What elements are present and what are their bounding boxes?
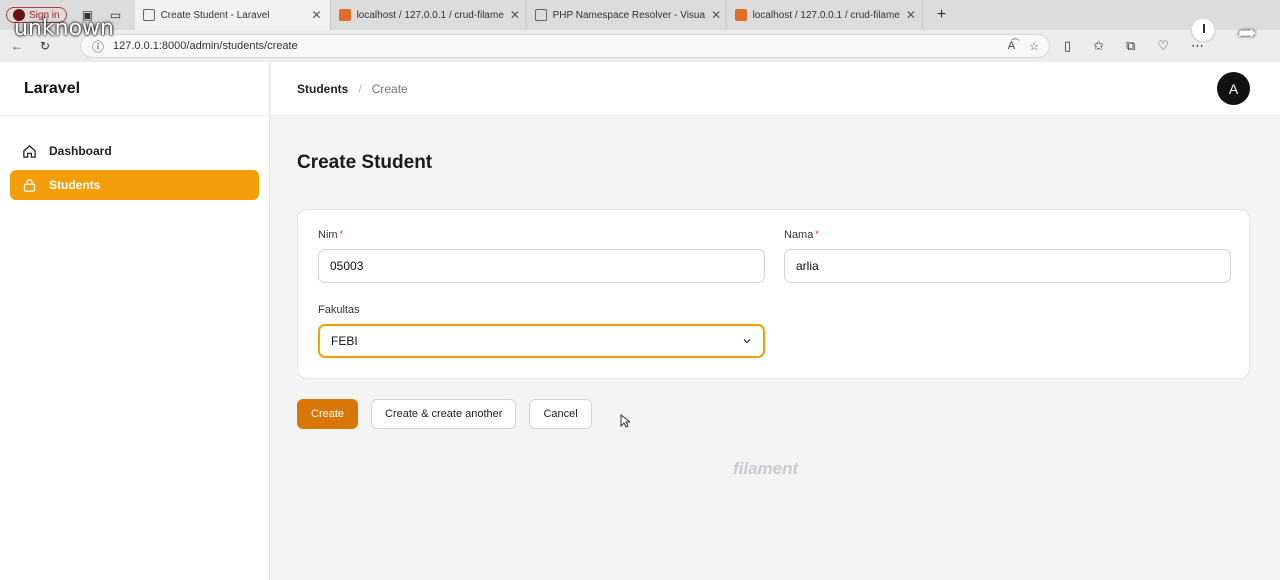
nim-input[interactable]: 05003 [318, 249, 765, 283]
url-text: 127.0.0.1:8000/admin/students/create [113, 40, 298, 52]
reload-icon[interactable]: ↻ [38, 39, 52, 53]
fakultas-field: Fakultas FEBI [318, 304, 765, 358]
close-tab-icon[interactable]: ✕ [312, 8, 322, 22]
page-favicon-icon [534, 9, 547, 21]
topbar: Students / Create A [271, 62, 1280, 116]
create-another-button[interactable]: Create & create another [371, 399, 517, 429]
user-avatar[interactable]: A [1217, 72, 1250, 105]
video-overlay-title: unknown [14, 16, 114, 41]
close-tab-icon[interactable]: ✕ [510, 8, 520, 22]
breadcrumb-separator: / [358, 81, 362, 96]
nama-field: Nama * arlia [784, 229, 1231, 283]
read-aloud-icon[interactable]: A͡ [1008, 40, 1015, 53]
breadcrumb-students[interactable]: Students [297, 82, 348, 96]
form-actions: Create Create & create another Cancel [297, 399, 592, 429]
required-asterisk: * [815, 229, 819, 239]
tab-create-student[interactable]: Create Student - Laravel ✕ [134, 0, 331, 30]
fakultas-label: Fakultas [318, 304, 360, 316]
nim-field: Nim * 05003 [318, 229, 765, 283]
required-asterisk: * [339, 229, 344, 239]
browser-essentials-icon[interactable]: ♡ [1157, 38, 1169, 54]
tab-title: localhost / 127.0.0.1 / crud-filame [356, 9, 504, 21]
sidebar-item-label: Students [49, 178, 101, 192]
tab-title: Create Student - Laravel [160, 9, 270, 21]
filament-footer-logo: filament [733, 459, 799, 478]
sidebar-item-dashboard[interactable]: Dashboard [10, 136, 259, 166]
cancel-button[interactable]: Cancel [529, 399, 592, 429]
watch-later-icon[interactable] [1190, 17, 1216, 43]
nama-label: Nama * [784, 229, 819, 241]
phpmyadmin-favicon-icon [338, 9, 351, 21]
browser-tab-strip: Sign in ▣ ▭ Create Student - Laravel ✕ l… [0, 0, 1280, 30]
form-card: Nim * 05003 Nama * arlia Fakultas FEBI [297, 209, 1250, 379]
fakultas-selected-value: FEBI [331, 334, 358, 348]
close-tab-icon[interactable]: ✕ [906, 8, 916, 22]
tab-php-namespace[interactable]: PHP Namespace Resolver - Visua ✕ [527, 0, 727, 30]
create-button[interactable]: Create [297, 399, 359, 429]
site-info-icon[interactable]: ⓘ [91, 39, 105, 54]
close-tab-icon[interactable]: ✕ [711, 8, 721, 22]
main-content: Create Student Nim * 05003 Nama * arlia Fa… [271, 116, 1280, 580]
share-arrow-icon[interactable]: ➦ [1238, 20, 1256, 46]
collections-icon[interactable]: ⧉ [1126, 38, 1135, 54]
page-favicon-icon [142, 9, 155, 21]
tab-phpmyadmin-2[interactable]: localhost / 127.0.0.1 / crud-filame ✕ [727, 0, 923, 30]
phpmyadmin-favicon-icon [734, 9, 747, 21]
sidebar: Laravel Dashboard Students [0, 62, 270, 580]
tab-title: PHP Namespace Resolver - Visua [552, 9, 706, 21]
nama-input[interactable]: arlia [784, 249, 1231, 283]
url-field[interactable]: ⓘ 127.0.0.1:8000/admin/students/create A… [80, 34, 1050, 58]
breadcrumb-create: Create [371, 81, 408, 96]
fakultas-select[interactable]: FEBI [318, 324, 765, 358]
split-screen-icon[interactable]: ▯ [1064, 38, 1071, 54]
sidebar-item-label: Dashboard [49, 144, 112, 158]
favorite-star-icon[interactable]: ☆ [1029, 40, 1039, 53]
tab-phpmyadmin-1[interactable]: localhost / 127.0.0.1 / crud-filame ✕ [331, 0, 527, 30]
sidebar-item-students[interactable]: Students [10, 170, 259, 200]
brand-name[interactable]: Laravel [0, 62, 269, 116]
new-tab-plus-icon[interactable]: + [935, 6, 949, 23]
tab-title: localhost / 127.0.0.1 / crud-filame [752, 9, 900, 21]
nim-label: Nim * [318, 229, 344, 241]
page-title: Create Student [297, 152, 433, 173]
mouse-cursor-icon [620, 414, 630, 428]
browser-address-bar: ← ↻ ⓘ 127.0.0.1:8000/admin/students/crea… [0, 30, 1280, 62]
lock-icon [23, 178, 36, 192]
favorites-icon[interactable]: ✩ [1093, 38, 1104, 54]
sidebar-nav: Dashboard Students [0, 116, 269, 224]
back-arrow-icon[interactable]: ← [10, 39, 24, 53]
home-icon [23, 144, 36, 158]
chevron-down-icon [743, 339, 751, 344]
